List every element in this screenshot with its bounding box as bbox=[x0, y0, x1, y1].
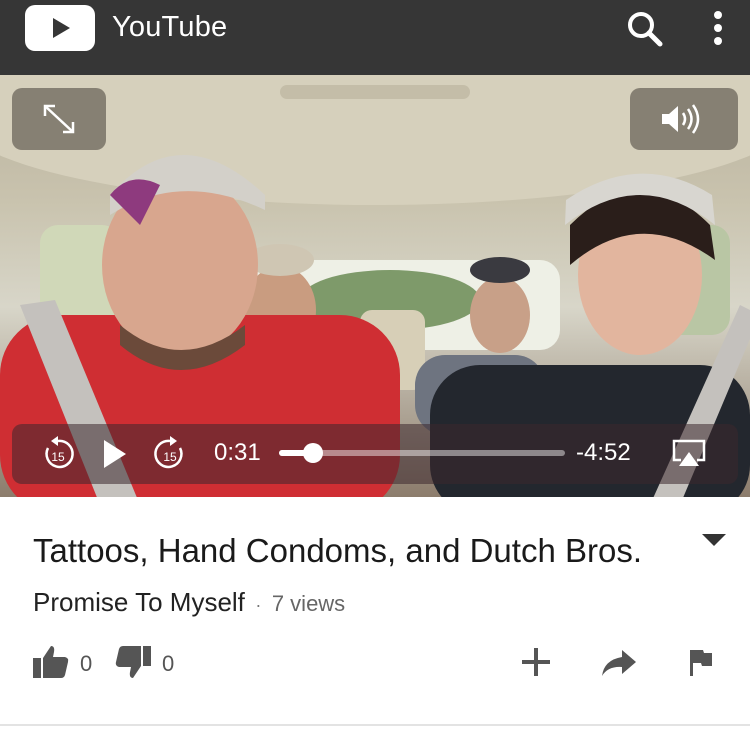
remaining-time: -4:52 bbox=[576, 439, 631, 466]
skip-back-label: 15 bbox=[51, 450, 65, 464]
airplay-icon bbox=[672, 439, 706, 466]
youtube-logo-icon[interactable] bbox=[25, 5, 95, 51]
fullscreen-button[interactable] bbox=[12, 88, 106, 150]
dislike-button[interactable] bbox=[115, 646, 151, 682]
video-player[interactable]: 15 15 0:31 -4:52 bbox=[0, 75, 750, 497]
forward-15-icon: 15 bbox=[154, 436, 183, 469]
forward-15-button[interactable]: 15 bbox=[152, 436, 188, 472]
channel-name[interactable]: Promise To Myself bbox=[33, 587, 245, 617]
play-button[interactable] bbox=[102, 438, 128, 470]
thumbs-up-icon bbox=[33, 646, 69, 678]
view-count: 7 views bbox=[271, 591, 346, 616]
divider bbox=[0, 724, 750, 726]
dislike-count: 0 bbox=[162, 651, 175, 676]
share-icon bbox=[602, 650, 636, 676]
share-button[interactable] bbox=[600, 648, 638, 678]
app-bar: YouTube bbox=[0, 0, 750, 75]
expand-description-button[interactable] bbox=[702, 532, 726, 553]
volume-icon bbox=[662, 104, 700, 134]
thumbs-down-icon bbox=[115, 646, 151, 678]
seek-bar[interactable] bbox=[279, 443, 565, 463]
like-button[interactable] bbox=[33, 644, 69, 680]
rewind-15-button[interactable]: 15 bbox=[40, 436, 76, 472]
playback-controls: 15 15 0:31 -4:52 bbox=[12, 424, 738, 484]
like-count: 0 bbox=[80, 651, 93, 676]
video-title: Tattoos, Hand Condoms, and Dutch Bros. bbox=[33, 532, 642, 569]
action-bar: 0 0 bbox=[0, 640, 750, 690]
more-vert-icon[interactable] bbox=[704, 8, 732, 50]
flag-icon bbox=[690, 650, 712, 676]
add-to-playlist-button[interactable] bbox=[520, 646, 552, 678]
skip-forward-label: 15 bbox=[163, 450, 177, 464]
airplay-button[interactable] bbox=[672, 438, 706, 470]
app-title: YouTube bbox=[112, 11, 228, 43]
add-to-playlist-icon bbox=[522, 648, 550, 676]
volume-button[interactable] bbox=[630, 88, 738, 150]
seek-handle[interactable] bbox=[303, 443, 324, 463]
play-icon bbox=[104, 440, 126, 468]
current-time: 0:31 bbox=[214, 439, 261, 466]
chevron-down-icon bbox=[702, 534, 726, 546]
search-icon[interactable] bbox=[624, 8, 666, 50]
report-button[interactable] bbox=[688, 648, 714, 678]
meta-separator: · bbox=[255, 595, 262, 615]
rewind-15-icon: 15 bbox=[45, 436, 74, 469]
fullscreen-icon bbox=[43, 104, 75, 134]
video-meta: Promise To Myself · 7 views bbox=[33, 587, 345, 618]
